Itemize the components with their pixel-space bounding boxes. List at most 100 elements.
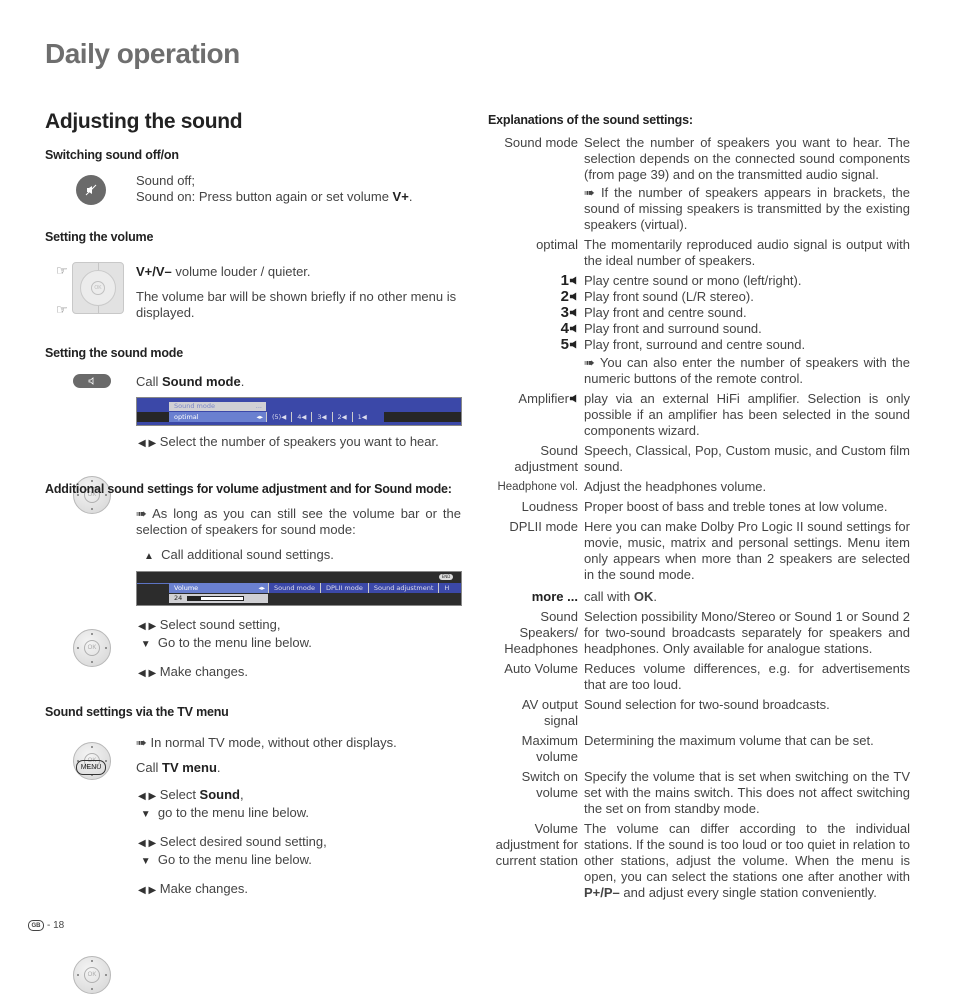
speaker-icon	[569, 324, 577, 333]
osd-option[interactable]: 1◀	[351, 412, 372, 422]
definition: Specify the volume that is set when swit…	[584, 769, 910, 816]
def-row: DPLII mode Here you can make Dolby Pro Lo…	[488, 519, 910, 583]
term: 2	[488, 289, 584, 305]
definition: Reduces volume differences, e.g. for adv…	[584, 661, 910, 692]
osd-item[interactable]: DPLII mode	[319, 583, 368, 593]
osd-option[interactable]: 2◀	[331, 412, 352, 422]
switch-sound-heading: Switching sound off/on	[45, 148, 179, 162]
tv-menu-bold: TV menu	[162, 760, 217, 775]
term: Switch on volume	[521, 769, 578, 800]
mute-button	[76, 175, 106, 205]
tv-menu-note: ➠ In normal TV mode, without other displ…	[136, 735, 397, 751]
nav-arrows-icon: ◂▸	[258, 584, 265, 592]
step: ◀ ▶ Select desired sound setting,	[138, 834, 327, 852]
volume-value: 24	[174, 594, 183, 602]
definition: Speech, Classical, Pop, Custom music, an…	[584, 443, 910, 474]
term: Sound Speakers/ Headphones	[504, 609, 578, 656]
speaker-count: 3	[560, 304, 569, 321]
speaker-icon	[569, 308, 577, 317]
osd-option[interactable]: 3◀	[311, 412, 331, 422]
up-arrow-icon: ▲	[144, 551, 154, 562]
volume-bar[interactable]	[187, 596, 244, 601]
term: Headphone vol.	[497, 481, 578, 493]
explanations-list: Sound mode Select the number of speakers…	[488, 135, 910, 905]
call-sound-mode: Call Sound mode.	[136, 374, 244, 390]
def-text: call with	[584, 589, 634, 604]
osd-option[interactable]: 4◀	[291, 412, 311, 422]
pad-dot	[77, 974, 79, 976]
speaker-list: 1 Play centre sound or mono (left/right).…	[488, 273, 910, 353]
vplus-vminus-bold: V+/V–	[136, 264, 172, 279]
step-text: Make changes.	[159, 664, 248, 679]
osd-items: Sound mode DPLII mode Sound adjustment H	[268, 583, 461, 593]
sound-bold: Sound	[199, 787, 240, 802]
osd-selected-text: optimal	[174, 413, 199, 421]
term: 4	[488, 321, 584, 337]
def-row: optimal The momentarily reproduced audio…	[488, 237, 910, 269]
speaker-count: 2	[560, 288, 569, 305]
mute-icon	[85, 184, 97, 196]
step: ▼ Go to the menu line below.	[138, 635, 312, 653]
step: ◀ ▶ Make changes.	[138, 881, 327, 899]
additional-steps: ◀ ▶ Select sound setting, ▼ Go to the me…	[138, 617, 312, 682]
ok-bold: OK	[633, 589, 654, 604]
call-post: .	[216, 760, 221, 775]
additional-note-text: As long as you can still see the volume …	[136, 506, 461, 537]
def-row: AV output signal Sound selection for two-…	[488, 697, 910, 729]
items-group: Sound Speakers/ Headphones Selection poss…	[488, 609, 910, 817]
pad-dot	[91, 746, 93, 748]
volume-line2: The volume bar will be shown briefly if …	[136, 289, 457, 320]
def-row: Amplifier play via an external HiFi ampl…	[488, 391, 910, 439]
def-row: ➠ If the number of speakers appears in b…	[488, 185, 910, 233]
note-arrow-icon: ➠	[584, 185, 595, 200]
tv-menu-note-text: In normal TV mode, without other display…	[150, 735, 397, 750]
section-title: Adjusting the sound	[45, 110, 243, 133]
call-post: .	[240, 374, 245, 389]
call-pre: Call	[136, 374, 163, 389]
pad-dot	[91, 988, 93, 990]
select-speakers-text: ◀ ▶ Select the number of speakers you wa…	[138, 434, 439, 452]
speaker-icon	[569, 340, 577, 349]
speaker-row: 4 Play front and surround sound.	[488, 321, 910, 337]
note-arrow-icon: ➠	[136, 506, 147, 521]
step-text: Make changes.	[159, 881, 248, 896]
term: optimal	[536, 237, 578, 252]
tv-menu-heading: Sound settings via the TV menu	[45, 705, 229, 719]
osd-item[interactable]: H	[438, 583, 454, 593]
speaker-count: 5	[560, 336, 569, 353]
call-pre: Call	[136, 760, 163, 775]
osd-item[interactable]: Sound mode	[268, 583, 320, 593]
pad-dot	[91, 960, 93, 962]
pad-dot	[77, 647, 79, 649]
sound-mode-button	[73, 374, 111, 388]
step: ◀ ▶ Select sound setting,	[138, 617, 312, 635]
left-right-arrow-icon: ◀ ▶	[138, 621, 157, 632]
additional-note: ➠ As long as you can still see the volum…	[136, 506, 461, 538]
country-badge: GB	[28, 920, 44, 931]
volume-line1: V+/V– volume louder / quieter.	[136, 264, 461, 280]
osd-item[interactable]: Sound adjustment	[367, 583, 439, 593]
term: Auto Volume	[504, 661, 578, 676]
volume-bar-fill	[188, 597, 202, 600]
def-text: .	[653, 589, 657, 604]
speaker-count: 4	[560, 320, 569, 337]
volume-heading: Setting the volume	[45, 230, 154, 244]
step-text: Select	[159, 787, 200, 802]
step: ▼ go to the menu line below.	[138, 805, 327, 823]
pad-dot	[91, 508, 93, 510]
end-badge[interactable]: END	[439, 574, 453, 580]
osd-option-label: 1	[357, 413, 362, 421]
volume-line1-rest: volume louder / quieter.	[171, 264, 311, 279]
ok-label: OK	[91, 281, 105, 295]
def-row: more ... call with OK.	[488, 589, 910, 605]
volume-osd: END Volume ◂▸ Sound mode DPLII mode Sound…	[136, 571, 462, 606]
def-row: Volume adjustment for current station Th…	[488, 821, 910, 901]
definition: Selection possibility Mono/Stereo or Sou…	[584, 609, 910, 656]
pplus-bold: P+/P–	[584, 885, 620, 900]
osd-option[interactable]: (5)◀	[266, 412, 291, 422]
volume-text: V+/V– volume louder / quieter. The volum…	[136, 264, 461, 321]
speaker-icon	[88, 377, 94, 385]
step-text: Go to the menu line below.	[157, 635, 312, 650]
def-row: Maximum volume Determining the maximum vo…	[488, 733, 910, 765]
call-tv-menu: Call TV menu.	[136, 760, 221, 776]
